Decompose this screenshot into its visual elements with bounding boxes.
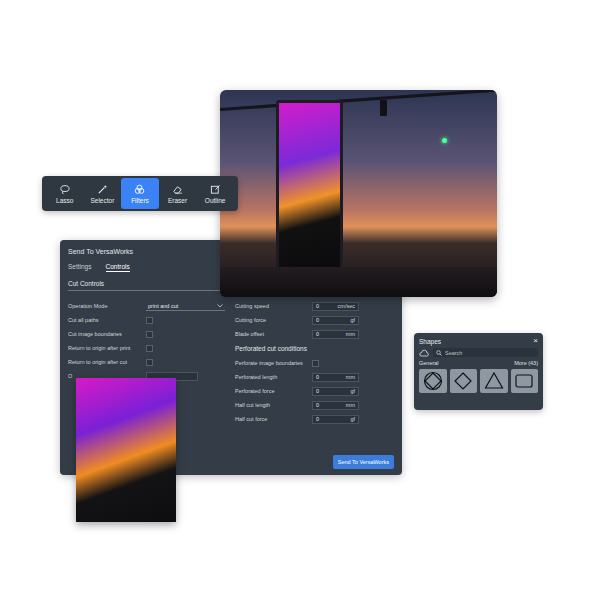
tool-button[interactable]: Filters <box>121 178 159 209</box>
shape-list <box>419 369 538 393</box>
section-title: Cut Controls <box>68 274 225 291</box>
search-row: Search <box>419 348 538 357</box>
field-label: Perforate image boundaries <box>235 360 312 366</box>
tool-bar: Lasso Selector Filters Eraser Outline <box>42 176 238 211</box>
traffic-light-arm <box>220 90 496 111</box>
field-label: Half cut force <box>235 416 312 422</box>
number-field[interactable]: 0cm/sec <box>312 302 359 311</box>
tool-label: Eraser <box>168 197 187 204</box>
field-label: Cut image boundaries <box>68 331 146 337</box>
shape-tile[interactable] <box>480 369 508 393</box>
more-link[interactable]: More (43) <box>514 360 538 366</box>
close-button[interactable]: × <box>533 337 538 345</box>
poster-image <box>76 378 176 522</box>
tool-button[interactable]: Selector <box>84 178 122 209</box>
right-column: Cutting speed0cm/secCutting force0gfBlad… <box>235 299 394 455</box>
form-row: Cut image boundaries <box>68 327 225 341</box>
tool-label: Filters <box>131 197 149 204</box>
checkbox[interactable] <box>146 317 153 324</box>
checkbox[interactable] <box>312 360 319 367</box>
shape-tile[interactable] <box>419 369 447 393</box>
eraser-icon <box>172 184 183 195</box>
filters-icon <box>134 184 145 195</box>
number-field[interactable]: 0gf <box>312 316 359 325</box>
search-field[interactable]: Search <box>433 348 538 357</box>
field-label: Cutting speed <box>235 303 312 309</box>
triangle-icon <box>484 371 504 391</box>
search-placeholder: Search <box>445 350 462 356</box>
street-photo <box>220 90 497 297</box>
form-row: Cut all paths <box>68 313 225 327</box>
magic-wand-icon <box>97 184 108 195</box>
tool-label: Selector <box>90 197 114 204</box>
tool-label: Lasso <box>56 197 73 204</box>
cloud-icon <box>419 349 429 357</box>
tab[interactable]: Controls <box>106 262 130 272</box>
tool-label: Outline <box>205 197 226 204</box>
canvas: Send To VersaWorks Settings Controls Cut Co… <box>0 0 600 600</box>
number-field[interactable]: 0mm <box>312 401 359 410</box>
field-label: Perforated length <box>235 374 312 380</box>
poster-artwork <box>76 378 176 522</box>
number-field[interactable]: 0gf <box>312 415 359 424</box>
billboard-screen <box>276 100 343 270</box>
form-row: Return to origin after cut <box>68 355 225 369</box>
field-label: Return to origin after print <box>68 345 146 351</box>
checkbox[interactable] <box>146 345 153 352</box>
checkbox[interactable] <box>146 331 153 338</box>
number-field[interactable]: 0mm <box>312 373 359 382</box>
tool-button[interactable]: Outline <box>196 178 234 209</box>
form-row: Perforated length0mm <box>235 370 394 384</box>
category-row: General More (43) <box>419 360 538 366</box>
tab[interactable]: Settings <box>68 262 92 272</box>
form-row: Half cut force0gf <box>235 412 394 426</box>
checkbox[interactable] <box>146 359 153 366</box>
category-label: General <box>419 360 439 366</box>
chevron-down-icon <box>217 304 223 308</box>
street <box>220 267 497 297</box>
outline-icon <box>210 184 221 195</box>
form-row: Operation Modeprint and cut <box>68 299 225 313</box>
form-row: Return to origin after print <box>68 341 225 355</box>
diamond-circle-icon <box>423 371 443 391</box>
lasso-icon <box>59 184 70 195</box>
shapes-header: Shapes × <box>419 337 538 345</box>
form-row: Blade offset0mm <box>235 327 394 341</box>
field-label: Half cut length <box>235 402 312 408</box>
field-label: Return to origin after cut <box>68 359 146 365</box>
tool-button[interactable]: Lasso <box>46 178 84 209</box>
field-label: Cut all paths <box>68 317 146 323</box>
form-row: Cutting speed0cm/sec <box>235 299 394 313</box>
diamond-icon <box>453 371 473 391</box>
form-row: Cutting force0gf <box>235 313 394 327</box>
field-label: Perforated force <box>235 388 312 394</box>
send-button[interactable]: Send To VersaWorks <box>333 455 394 469</box>
form-row: Perforated force0gf <box>235 384 394 398</box>
shapes-title: Shapes <box>419 338 441 345</box>
number-field[interactable]: 0gf <box>312 387 359 396</box>
operation-mode-select[interactable]: print and cut <box>146 302 225 311</box>
form-row: Half cut length0mm <box>235 398 394 412</box>
field-label: Operation Mode <box>68 303 146 309</box>
traffic-light <box>380 100 387 116</box>
search-icon <box>436 350 442 356</box>
form-row: Perforate image boundaries <box>235 356 394 370</box>
field-label: Blade offset <box>235 331 312 337</box>
shapes-panel: Shapes × Search General More (43) <box>414 333 543 410</box>
tool-button[interactable]: Eraser <box>159 178 197 209</box>
number-field[interactable]: 0mm <box>312 330 359 339</box>
subsection-title: Perforated cut conditions <box>235 341 394 356</box>
rectangle-icon <box>514 371 534 391</box>
green-light <box>442 138 447 143</box>
field-label: Cutting force <box>235 317 312 323</box>
shape-tile[interactable] <box>450 369 478 393</box>
shape-tile[interactable] <box>511 369 539 393</box>
